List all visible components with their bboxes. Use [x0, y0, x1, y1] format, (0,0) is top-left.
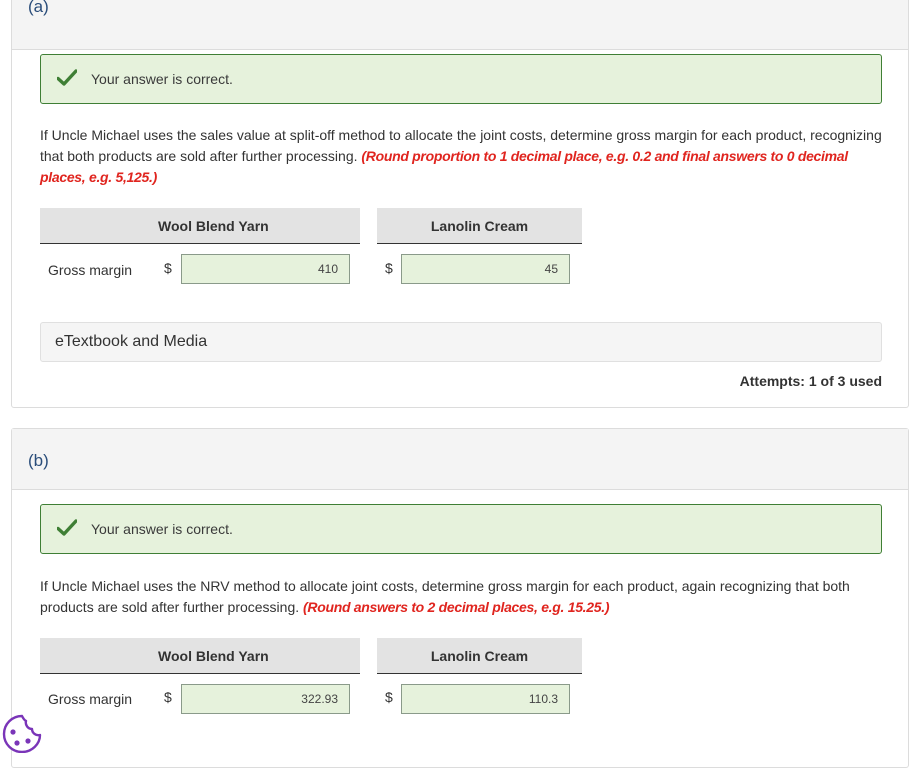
- part-a-lanolin-input[interactable]: 45: [401, 254, 570, 284]
- part-b-currency-wool: $: [164, 689, 172, 705]
- part-b-question-hint: (Round answers to 2 decimal places, e.g.…: [303, 599, 610, 615]
- part-a-wool-input[interactable]: 410: [181, 254, 350, 284]
- part-a-col-header-wool: Wool Blend Yarn: [40, 208, 360, 244]
- check-icon: [57, 69, 77, 86]
- part-b-header: (b): [12, 429, 908, 490]
- check-icon: [57, 519, 77, 536]
- part-a-row-label: Gross margin: [48, 262, 133, 278]
- part-b-correct-text: Your answer is correct.: [91, 521, 233, 537]
- part-b-correct-banner: Your answer is correct.: [40, 504, 882, 554]
- part-a-correct-banner: Your answer is correct.: [40, 54, 882, 104]
- part-a-label: (a): [28, 0, 49, 16]
- attempts-counter: Attempts: 1 of 3 used: [739, 373, 882, 389]
- etextbook-media-link[interactable]: eTextbook and Media: [40, 322, 882, 362]
- part-b-lanolin-input[interactable]: 110.3: [401, 684, 570, 714]
- part-a-correct-text: Your answer is correct.: [91, 71, 233, 87]
- part-a-currency-wool: $: [164, 260, 172, 276]
- part-b-currency-lanolin: $: [385, 689, 393, 705]
- part-b-wool-input[interactable]: 322.93: [181, 684, 350, 714]
- part-b-col-header-lanolin: Lanolin Cream: [377, 638, 582, 674]
- part-a-col-header-lanolin: Lanolin Cream: [377, 208, 582, 244]
- part-b-label: (b): [28, 451, 49, 470]
- part-b-question: If Uncle Michael uses the NRV method to …: [40, 576, 885, 618]
- part-b-row-label: Gross margin: [48, 691, 133, 707]
- part-a-currency-lanolin: $: [385, 260, 393, 276]
- part-a-header: (a): [12, 0, 908, 50]
- part-a-question: If Uncle Michael uses the sales value at…: [40, 125, 885, 188]
- part-b-col-header-wool: Wool Blend Yarn: [40, 638, 360, 674]
- cookie-icon[interactable]: [0, 713, 44, 753]
